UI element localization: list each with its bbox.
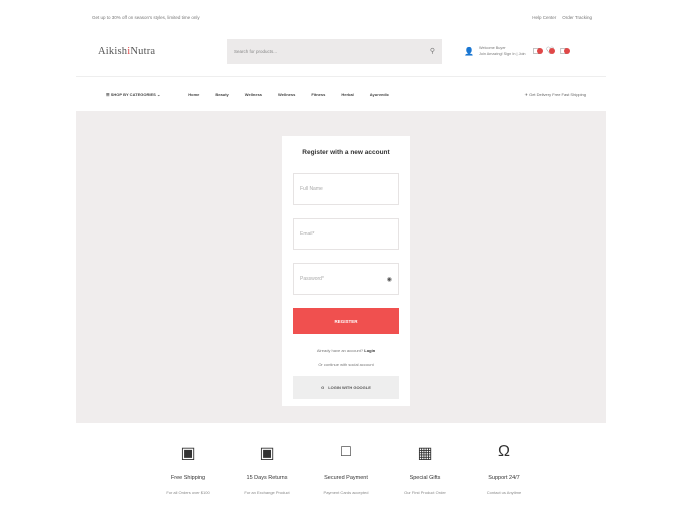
truck-icon: ▣	[180, 445, 196, 462]
site-logo[interactable]: AikishiNutra	[98, 46, 227, 57]
wishlist-icon[interactable]: ♡	[546, 46, 555, 57]
feature-secured-payment: □ Secured Payment Payment Cards accepted	[323, 443, 369, 495]
cart-icon[interactable]: □	[561, 46, 570, 57]
register-card: Register with a new account Full Name Em…	[282, 136, 410, 406]
feature-free-shipping: ▣ Free Shipping For all Orders over $100	[166, 445, 210, 495]
feature-special-gifts: ▦ Special Gifts Our First Product Order	[404, 445, 446, 495]
register-title: Register with a new account	[302, 149, 390, 156]
feature-support: Ω Support 24/7 Contact us Anytime	[486, 443, 522, 495]
page: Get up to 30% off on season's styles, li…	[76, 8, 606, 522]
user-icon: 👤	[464, 46, 474, 56]
calendar-icon: ▣	[259, 445, 275, 462]
order-tracking-link[interactable]: Order Tracking	[562, 15, 592, 20]
nav-item-beauty[interactable]: Beauty	[215, 92, 228, 97]
site-header: AikishiNutra Search for products... ⚲ 👤 …	[76, 26, 606, 76]
show-password-icon[interactable]: ◉	[387, 276, 392, 283]
nav-item-wellness-2[interactable]: Wellness	[278, 92, 295, 97]
nav-item-home[interactable]: Home	[188, 92, 199, 97]
password-field[interactable]: Password* ◉	[293, 263, 399, 295]
card-icon: □	[341, 443, 351, 460]
search-icon[interactable]: ⚲	[430, 47, 435, 55]
search-placeholder: Search for products...	[234, 48, 278, 54]
nav-item-herbal[interactable]: Herbal	[341, 92, 353, 97]
google-icon: G	[321, 385, 325, 390]
features-bar: ▣ Free Shipping For all Orders over $100…	[76, 423, 606, 522]
google-login-button[interactable]: G LOGIN WITH GOOGLE	[293, 376, 399, 399]
categories-dropdown[interactable]: ☰ SHOP BY CATEGORIES ⌄	[106, 92, 160, 97]
feature-returns: ▣ 15 Days Returns For an Exchange Produc…	[244, 445, 290, 495]
announcement-bar: Get up to 30% off on season's styles, li…	[76, 8, 606, 26]
email-field[interactable]: Email*	[293, 218, 399, 250]
search-input[interactable]: Search for products... ⚲	[227, 38, 442, 64]
gift-icon: ▦	[417, 445, 433, 462]
login-link[interactable]: Login	[364, 348, 375, 353]
help-center-link[interactable]: Help Center	[532, 15, 556, 20]
social-prompt: Or continue with social account	[318, 362, 374, 367]
main-content: Register with a new account Full Name Em…	[76, 111, 606, 423]
nav-item-wellness[interactable]: Wellness	[245, 92, 262, 97]
main-nav: ☰ SHOP BY CATEGORIES ⌄ Home Beauty Welln…	[76, 76, 606, 111]
promo-text: Get up to 30% off on season's styles, li…	[92, 14, 200, 20]
account-signin[interactable]: Join Amazing! Sign In | Join	[479, 51, 526, 57]
nav-item-ayurvedic[interactable]: Ayurvedic	[370, 92, 389, 97]
register-button[interactable]: REGISTER	[293, 308, 399, 334]
nav-item-fitness[interactable]: Fitness	[311, 92, 325, 97]
account-menu[interactable]: 👤 Welcome Buyer Join Amazing! Sign In | …	[464, 45, 526, 57]
headset-icon: Ω	[498, 443, 510, 460]
login-prompt: Already have an account? Login	[316, 348, 376, 353]
shipping-note: ✈ Get Delivery Free Fast Shipping	[524, 91, 586, 97]
full-name-field[interactable]: Full Name	[293, 173, 399, 205]
compare-icon[interactable]: □	[534, 46, 543, 57]
